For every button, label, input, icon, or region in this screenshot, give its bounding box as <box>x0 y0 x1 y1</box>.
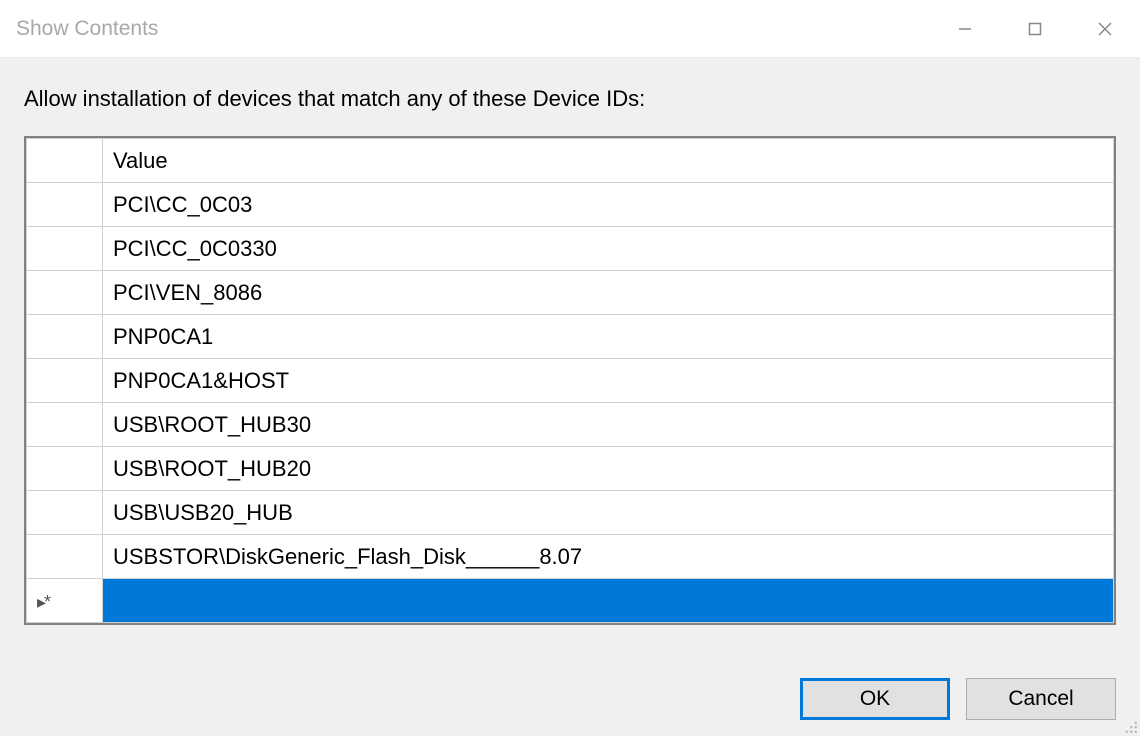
grid-header-row: Value <box>27 139 1114 183</box>
row-marker[interactable] <box>27 403 103 447</box>
grid-row[interactable]: USB\ROOT_HUB20 <box>27 447 1114 491</box>
window-title: Show Contents <box>16 17 158 41</box>
maximize-icon <box>1027 21 1043 37</box>
grid-header-value[interactable]: Value <box>103 139 1114 183</box>
row-value-cell[interactable]: PCI\CC_0C03 <box>103 183 1114 227</box>
close-icon <box>1097 21 1113 37</box>
row-marker[interactable] <box>27 271 103 315</box>
grid-header-marker <box>27 139 103 183</box>
grid-row[interactable]: PCI\CC_0C03 <box>27 183 1114 227</box>
new-row-marker-icon: ▸* <box>37 592 49 612</box>
row-marker[interactable] <box>27 227 103 271</box>
dialog-body: Allow installation of devices that match… <box>0 58 1140 736</box>
close-button[interactable] <box>1070 0 1140 58</box>
new-row-value-cell[interactable] <box>103 579 1114 623</box>
row-marker[interactable] <box>27 359 103 403</box>
row-value-cell[interactable]: PCI\VEN_8086 <box>103 271 1114 315</box>
row-value-cell[interactable]: USB\ROOT_HUB20 <box>103 447 1114 491</box>
grid-row[interactable]: USB\ROOT_HUB30 <box>27 403 1114 447</box>
maximize-button[interactable] <box>1000 0 1070 58</box>
row-value-cell[interactable]: PCI\CC_0C0330 <box>103 227 1114 271</box>
grid-row[interactable]: USBSTOR\DiskGeneric_Flash_Disk______8.07 <box>27 535 1114 579</box>
dialog-footer: OK Cancel <box>24 658 1116 720</box>
ok-button[interactable]: OK <box>800 678 950 720</box>
window-controls <box>930 0 1140 57</box>
minimize-icon <box>957 21 973 37</box>
grid-row[interactable]: USB\USB20_HUB <box>27 491 1114 535</box>
row-value-cell[interactable]: USBSTOR\DiskGeneric_Flash_Disk______8.07 <box>103 535 1114 579</box>
row-value-cell[interactable]: USB\USB20_HUB <box>103 491 1114 535</box>
row-value-cell[interactable]: PNP0CA1 <box>103 315 1114 359</box>
row-marker[interactable] <box>27 535 103 579</box>
grid-row[interactable]: PCI\CC_0C0330 <box>27 227 1114 271</box>
grid-row[interactable]: PNP0CA1&HOST <box>27 359 1114 403</box>
values-grid[interactable]: Value PCI\CC_0C03PCI\CC_0C0330PCI\VEN_80… <box>24 136 1116 625</box>
row-value-cell[interactable]: USB\ROOT_HUB30 <box>103 403 1114 447</box>
grid-row[interactable]: PCI\VEN_8086 <box>27 271 1114 315</box>
grid-new-row[interactable]: ▸* <box>27 579 1114 623</box>
cancel-button[interactable]: Cancel <box>966 678 1116 720</box>
minimize-button[interactable] <box>930 0 1000 58</box>
row-marker[interactable] <box>27 491 103 535</box>
row-marker[interactable] <box>27 315 103 359</box>
row-value-cell[interactable]: PNP0CA1&HOST <box>103 359 1114 403</box>
new-row-marker[interactable]: ▸* <box>27 579 103 623</box>
prompt-label: Allow installation of devices that match… <box>24 86 1116 112</box>
row-marker[interactable] <box>27 447 103 491</box>
grid-row[interactable]: PNP0CA1 <box>27 315 1114 359</box>
titlebar: Show Contents <box>0 0 1140 58</box>
row-marker[interactable] <box>27 183 103 227</box>
